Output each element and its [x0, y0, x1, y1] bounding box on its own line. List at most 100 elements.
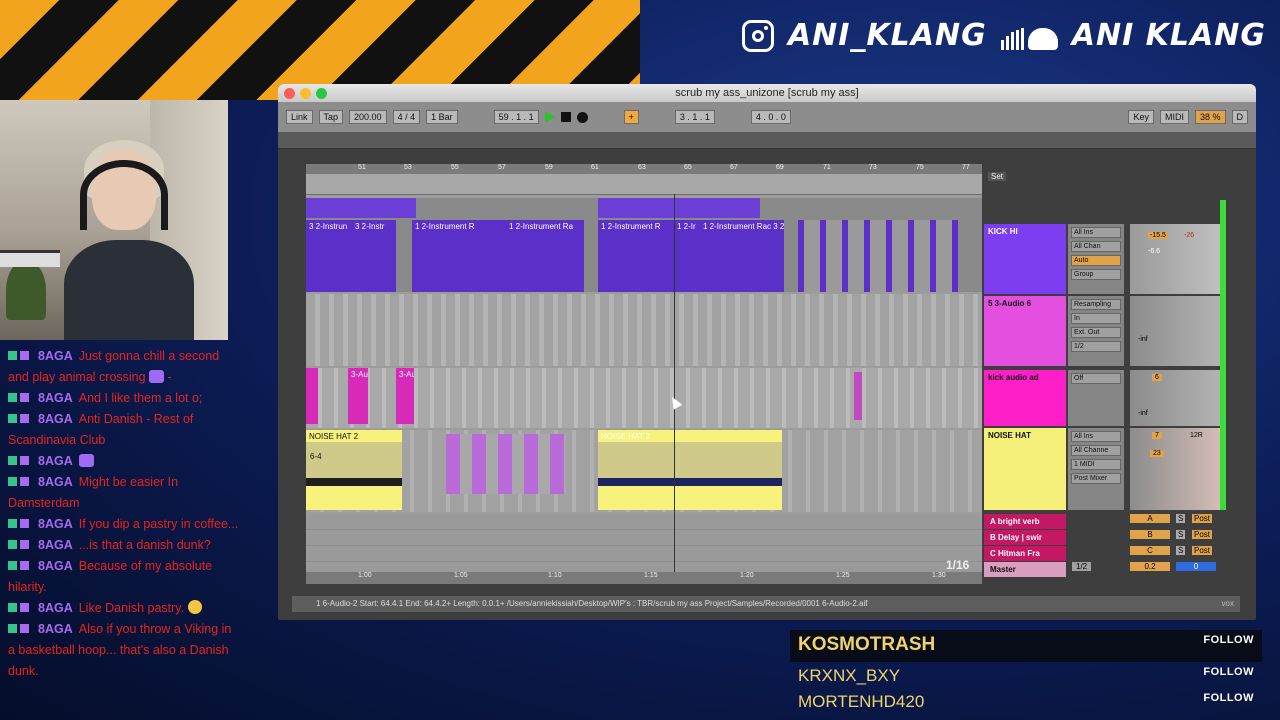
return-track-a[interactable]: A bright verb	[984, 514, 1066, 529]
track-header-kick-audio[interactable]: kick audio ad	[984, 370, 1066, 426]
bar-ruler[interactable]: 51 53 55 57 59 61 63 65 67 69 71 73 75 7…	[306, 164, 982, 174]
track-header-audio-6[interactable]: 5 3-Audio 6	[984, 296, 1066, 366]
ruler-bar-label: 59	[545, 164, 553, 171]
volume-field[interactable]: -15.5	[1148, 232, 1168, 239]
return-lanes[interactable]	[306, 514, 982, 572]
song-position-field[interactable]: 59 . 1 . 1	[493, 110, 539, 124]
audio-clip-noise-hat[interactable]: NOISE HAT 2	[598, 430, 782, 510]
key-map-button[interactable]: Key	[1128, 110, 1154, 124]
input-type-select[interactable]: All Ins	[1071, 431, 1121, 442]
loop-length-field[interactable]: 4 . 0 . 0	[750, 110, 791, 124]
volume-field[interactable]: -inf	[1138, 336, 1148, 343]
monitor-in-button[interactable]: In	[1071, 313, 1121, 324]
quantize-select[interactable]: 1 Bar	[426, 110, 458, 124]
group-clip[interactable]	[306, 198, 416, 218]
midi-clip[interactable]: 1 2-Instrument R	[598, 220, 674, 292]
automation-arm-icon[interactable]: +	[623, 110, 639, 124]
record-icon[interactable]	[576, 111, 588, 123]
master-output-select[interactable]: 1/2	[1072, 562, 1092, 571]
beat-time-ruler[interactable]	[306, 174, 982, 195]
window-title: scrub my ass_unizone [scrub my ass]	[675, 87, 859, 99]
monitor-off-button[interactable]: Off	[1071, 373, 1121, 384]
zoom-window-icon[interactable]	[316, 88, 327, 99]
pleading-face-emoji-icon	[187, 600, 202, 614]
mixer-strip-kick-hi[interactable]: -15.5 -26 -6.6	[1130, 224, 1226, 294]
page-indicator: 1/16	[946, 558, 970, 572]
input-type-select[interactable]: Resampling	[1071, 299, 1121, 310]
volume-field[interactable]: -inf	[1138, 410, 1148, 417]
midi-clip[interactable]: 1 2-Ir	[674, 220, 700, 292]
play-icon[interactable]	[544, 111, 555, 123]
midi-clip[interactable]: 1 2-Instrument Rac 3 2	[700, 220, 784, 292]
arrangement-view[interactable]: 51 53 55 57 59 61 63 65 67 69 71 73 75 7…	[306, 164, 982, 584]
midi-clip[interactable]: 1 2-Instrument Ra	[506, 220, 584, 292]
track-lane-kick-hi[interactable]: 3 2-Instrun 3 2-Instr 1 2-Instrument R 1…	[306, 198, 982, 292]
monitor-auto-button[interactable]: Auto	[1071, 255, 1121, 266]
midi-clip[interactable]: 3 2-Instr	[352, 220, 396, 292]
input-channel-select[interactable]: All Chan	[1071, 241, 1121, 252]
input-channel-select[interactable]: All Channe	[1071, 445, 1121, 456]
mixer-strip-audio-6[interactable]: -inf	[1130, 296, 1226, 366]
audio-clip[interactable]	[854, 372, 862, 420]
solo-button[interactable]: S	[1176, 514, 1186, 523]
stop-icon[interactable]	[560, 112, 571, 122]
tempo-field[interactable]: 200.00	[349, 110, 387, 124]
send-a-button[interactable]: A	[1130, 514, 1170, 523]
audio-clip[interactable]	[306, 368, 318, 424]
input-type-select[interactable]: All Ins	[1071, 227, 1121, 238]
master-track[interactable]: Master	[984, 562, 1066, 577]
close-window-icon[interactable]	[284, 88, 295, 99]
output-select[interactable]: Group	[1071, 269, 1121, 280]
midi-clip[interactable]: 3 2-Instrun	[306, 220, 352, 292]
return-track-c[interactable]: C Hitman Fra	[984, 546, 1066, 561]
midi-clip[interactable]: 1 2-Instrument R	[412, 220, 506, 292]
solo-button[interactable]: S	[1176, 530, 1186, 539]
send-c-button[interactable]: C	[1130, 546, 1170, 555]
loop-start-field[interactable]: 3 . 1 . 1	[674, 110, 715, 124]
return-track-b[interactable]: B Delay | swir	[984, 530, 1066, 545]
audio-clip[interactable]: 3-Au	[348, 368, 368, 424]
post-button[interactable]: Post	[1192, 530, 1213, 539]
moderator-badge-icon	[8, 477, 17, 486]
follower-row: MORTENHD420 FOLLOW	[790, 688, 1262, 714]
track-lane-audio-6[interactable]	[306, 294, 982, 366]
mixer-strip-noise-hat[interactable]: 7 12R 23	[1130, 428, 1226, 510]
mixer-strip-kick-audio[interactable]: 6 -inf	[1130, 370, 1226, 426]
send-field[interactable]: -26	[1184, 232, 1194, 239]
minimize-window-icon[interactable]	[300, 88, 311, 99]
track-lane-kick-audio[interactable]: 3-Au 3-Au	[306, 368, 982, 428]
track-header-noise-hat[interactable]: NOISE HAT	[984, 428, 1066, 510]
post-button[interactable]: Post	[1192, 546, 1213, 555]
moderator-badge-icon	[8, 393, 17, 402]
time-signature-field[interactable]: 4 / 4	[392, 110, 421, 124]
track-name: KICK HI	[988, 227, 1018, 236]
chat-text: Like Danish pastry.	[78, 601, 185, 615]
io-section-kick-hi: All Ins All Chan Auto Group	[1068, 224, 1124, 294]
master-volume-field[interactable]: 0.2	[1130, 562, 1170, 571]
audio-clip[interactable]: 3-Au	[396, 368, 414, 424]
tap-tempo-button[interactable]: Tap	[318, 110, 344, 124]
audio-clip[interactable]	[446, 434, 566, 494]
output-select[interactable]: Ext. Out	[1071, 327, 1121, 338]
output-channel-select[interactable]: 1/2	[1071, 341, 1121, 352]
audio-clip-noise-hat[interactable]: NOISE HAT 2 6-4	[306, 430, 402, 510]
arrangement-overview[interactable]	[278, 132, 1256, 149]
midi-clip-group[interactable]	[798, 220, 958, 292]
midi-map-button[interactable]: MIDI	[1159, 110, 1189, 124]
post-button[interactable]: Post	[1192, 514, 1213, 523]
subscriber-badge-icon	[20, 393, 29, 402]
track-header-kick-hi[interactable]: KICK HI	[984, 224, 1066, 294]
track-lane-noise-hat[interactable]: NOISE HAT 2 6-4 NOISE HAT 2	[306, 430, 982, 512]
link-button[interactable]: Link	[286, 110, 313, 124]
master-pan-field[interactable]: 0	[1176, 562, 1216, 571]
chat-message: 8AGA ...is that a danish dunk?	[0, 535, 245, 556]
time-ruler[interactable]: 1:00 1:05 1:10 1:15 1:20 1:25 1:30	[306, 572, 982, 584]
group-clip[interactable]	[598, 198, 760, 218]
chat-text: If you dip a pastry in coffee...	[78, 517, 239, 531]
pan-field[interactable]: 12R	[1190, 432, 1203, 439]
post-mixer-select[interactable]: Post Mixer	[1071, 473, 1121, 484]
send-b-button[interactable]: B	[1130, 530, 1170, 539]
midi-channel-select[interactable]: 1 MIDI	[1071, 459, 1121, 470]
ableton-window: scrub my ass_unizone [scrub my ass] Link…	[278, 84, 1256, 620]
solo-button[interactable]: S	[1176, 546, 1186, 555]
